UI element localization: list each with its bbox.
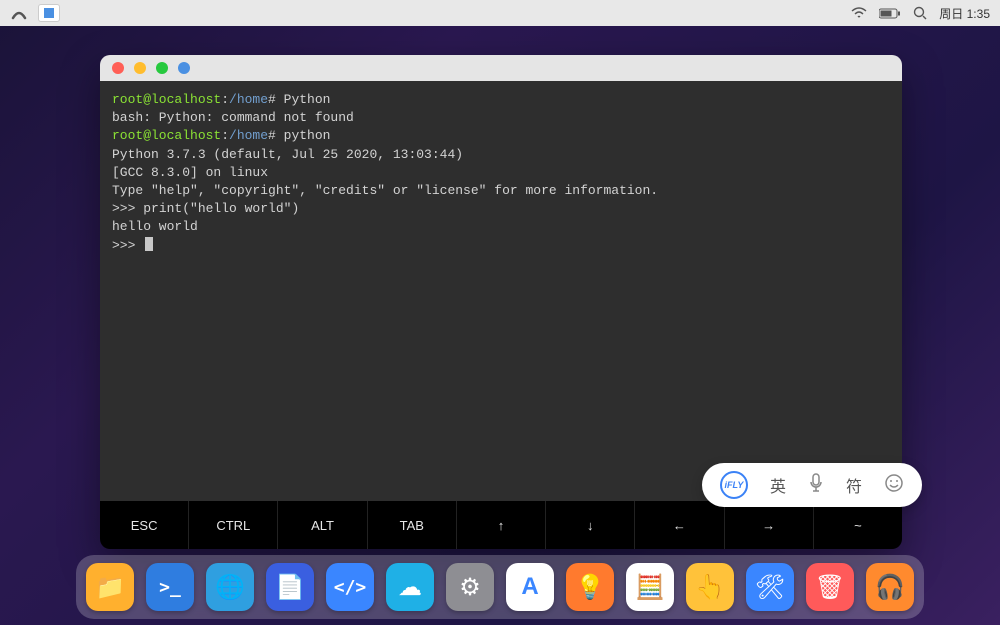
key-tilde[interactable]: ~ [814,501,902,549]
key-up[interactable]: ↑ [457,501,546,549]
key-alt[interactable]: ALT [278,501,367,549]
dock-icon-appstore[interactable]: A [506,563,554,611]
key-tab[interactable]: TAB [368,501,457,549]
dock-icon-music[interactable]: 🎧 [866,563,914,611]
prompt-user: root@localhost [112,128,221,143]
ime-symbol-button[interactable]: 符 [846,473,862,497]
dock-icon-settings[interactable]: ⚙ [446,563,494,611]
terminal-line: >>> print("hello world") [112,200,890,218]
terminal-line: >>> [112,237,890,255]
terminal-line: root@localhost:/home# Python [112,91,890,109]
terminal-line: Python 3.7.3 (default, Jul 25 2020, 13:0… [112,146,890,164]
py-code: print("hello world") [143,201,299,216]
terminal-body[interactable]: root@localhost:/home# Python bash: Pytho… [100,81,902,501]
dock-icon-calculator[interactable]: 🧮 [626,563,674,611]
key-left[interactable]: ← [635,501,724,549]
mic-icon[interactable] [808,473,824,498]
battery-icon [879,8,901,19]
dock-icon-cloud[interactable]: ☁ [386,563,434,611]
key-down[interactable]: ↓ [546,501,635,549]
dock-icon-pointer[interactable]: 👆 [686,563,734,611]
prompt-symbol: # [268,128,284,143]
active-app-tab[interactable] [38,4,60,22]
py-prompt: >>> [112,201,143,216]
clock-text[interactable]: 周日 1:35 [939,5,990,22]
dock: 📁>_🌐📄</>☁⚙A💡🧮👆🛠🗑🎧 [76,555,924,619]
cmd-text: python [284,128,331,143]
key-esc[interactable]: ESC [100,501,189,549]
ime-logo-icon[interactable]: iFLY [720,471,748,499]
prompt-path: /home [229,128,268,143]
prompt-sep: : [221,92,229,107]
terminal-line: Type "help", "copyright", "credits" or "… [112,182,890,200]
cursor-block [145,237,153,251]
dock-icon-tips[interactable]: 💡 [566,563,614,611]
terminal-titlebar[interactable] [100,55,902,81]
dock-icon-browser[interactable]: 🌐 [206,563,254,611]
prompt-sep: : [221,128,229,143]
ime-toolbar[interactable]: iFLY 英 符 [702,463,922,507]
py-prompt: >>> [112,238,143,253]
status-bar: 周日 1:35 [0,0,1000,26]
prompt-user: root@localhost [112,92,221,107]
dock-icon-editor[interactable]: 📄 [266,563,314,611]
dock-icon-terminal[interactable]: >_ [146,563,194,611]
wifi-icon[interactable] [851,7,867,19]
dock-icon-files[interactable]: 📁 [86,563,134,611]
terminal-line: [GCC 8.3.0] on linux [112,164,890,182]
keyboard-helper-bar: ESC CTRL ALT TAB ↑ ↓ ← → ~ [100,501,902,549]
ime-language-button[interactable]: 英 [770,473,786,497]
terminal-line: root@localhost:/home# python [112,127,890,145]
prompt-symbol: # [268,92,284,107]
key-ctrl[interactable]: CTRL [189,501,278,549]
terminal-line: bash: Python: command not found [112,109,890,127]
dock-icon-tools[interactable]: 🛠 [746,563,794,611]
extra-window-icon[interactable] [178,62,190,74]
close-icon[interactable] [112,62,124,74]
dock-icon-trash[interactable]: 🗑 [806,563,854,611]
dock-icon-devtool[interactable]: </> [326,563,374,611]
maximize-icon[interactable] [156,62,168,74]
terminal-line: hello world [112,218,890,236]
search-icon[interactable] [913,6,927,20]
home-tab-icon[interactable] [10,6,28,20]
cmd-text: Python [284,92,331,107]
emoji-icon[interactable] [884,473,904,498]
key-right[interactable]: → [725,501,814,549]
minimize-icon[interactable] [134,62,146,74]
prompt-path: /home [229,92,268,107]
